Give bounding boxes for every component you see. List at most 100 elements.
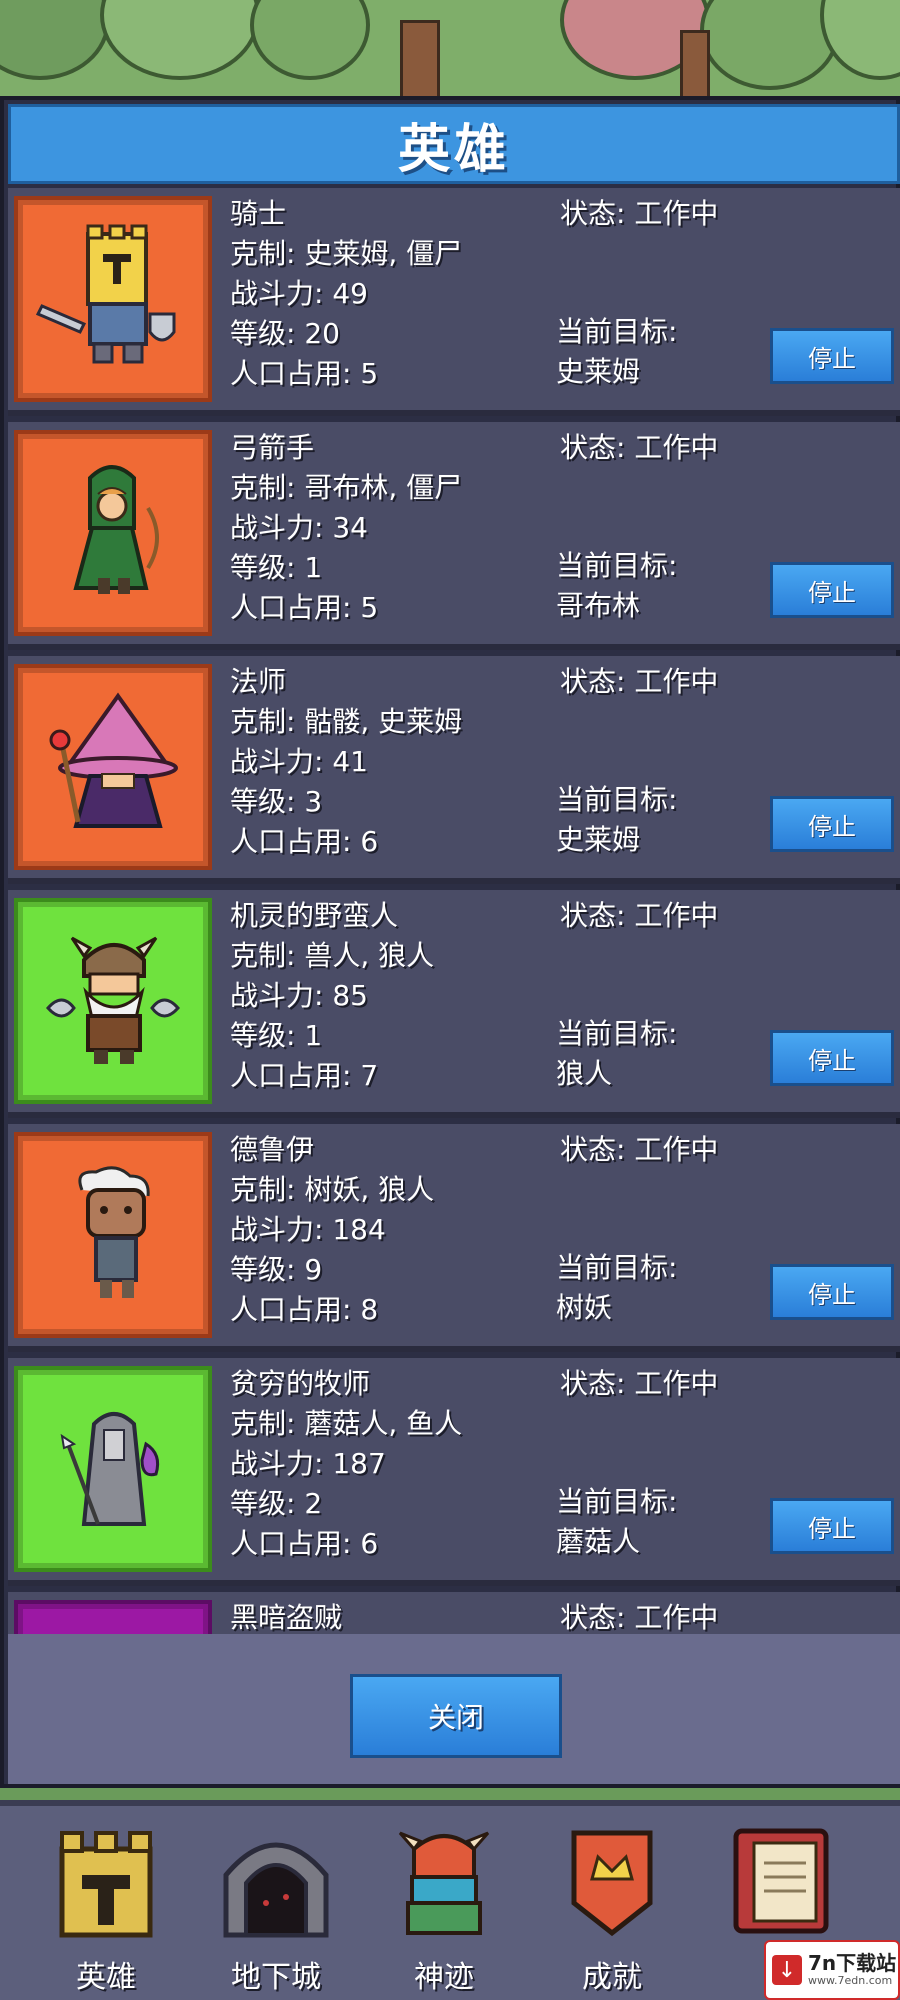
hero-population: 人口占用: 5 (230, 591, 379, 624)
hero-level: 等级: 3 (230, 785, 323, 818)
hero-population: 人口占用: 7 (230, 1059, 379, 1092)
hero-name: 弓箭手 (230, 431, 315, 464)
hero-counter: 克制: 树妖, 狼人 (230, 1173, 435, 1206)
dungeon-gate-icon (216, 1814, 336, 1944)
hero-portrait (14, 196, 212, 402)
hero-status: 状态: 工作中 (560, 197, 719, 230)
hero-row-barbarian: 机灵的野蛮人 克制: 兽人, 狼人 战斗力: 85 等级: 1 人口占用: 7 … (8, 890, 900, 1118)
barbarian-icon (46, 936, 180, 1064)
target-label: 当前目标: (556, 1017, 678, 1050)
watermark-main: 7n下载站 (808, 1951, 897, 1975)
hero-info: 骑士 克制: 史莱姆, 僵尸 战斗力: 49 等级: 20 人口占用: 5 (230, 194, 462, 394)
target-label: 当前目标: (556, 783, 678, 816)
hero-power: 战斗力: 85 (230, 979, 368, 1012)
hero-population: 人口占用: 5 (230, 357, 379, 390)
hero-level: 等级: 1 (230, 551, 323, 584)
forest-background (0, 0, 900, 110)
stop-button[interactable]: 停止 (770, 1030, 894, 1086)
watermark: ↓ 7n下载站 www.7edn.com (764, 1940, 900, 2000)
hero-power: 战斗力: 49 (230, 277, 368, 310)
hero-level: 等级: 2 (230, 1487, 323, 1520)
hero-status: 状态: 工作中 (560, 1601, 719, 1634)
heroes-modal: 英雄 骑士 克制: 史莱姆, 僵尸 战斗力: 49 等级: 20 人口占用: 5… (0, 96, 900, 1788)
hero-power: 战斗力: 41 (230, 745, 368, 778)
target-value: 树妖 (556, 1291, 613, 1324)
hero-counter: 克制: 史莱姆, 僵尸 (230, 237, 463, 270)
nav-item-dungeon[interactable]: 地下城 (196, 1814, 356, 2000)
hero-name: 贫穷的牧师 (230, 1367, 371, 1400)
hero-level: 等级: 9 (230, 1253, 323, 1286)
book-icon (720, 1814, 840, 1944)
hero-population: 人口占用: 6 (230, 1527, 379, 1560)
hero-population: 人口占用: 8 (230, 1293, 379, 1326)
stop-button[interactable]: 停止 (770, 328, 894, 384)
hero-portrait (14, 1366, 212, 1572)
watermark-sub: www.7edn.com (808, 1974, 893, 1987)
nav-label: 神迹 (414, 1960, 474, 1995)
hero-info: 贫穷的牧师 克制: 蘑菇人, 鱼人 战斗力: 187 等级: 2 人口占用: 6 (230, 1364, 462, 1564)
target-label: 当前目标: (556, 1485, 678, 1518)
target-value: 史莱姆 (556, 355, 641, 388)
hero-row-archer: 弓箭手 克制: 哥布林, 僵尸 战斗力: 34 等级: 1 人口占用: 5 状态… (8, 422, 900, 650)
modal-header: 英雄 (8, 104, 900, 184)
nav-label: 地下城 (231, 1960, 321, 1995)
hero-counter: 克制: 兽人, 狼人 (230, 939, 435, 972)
close-button[interactable]: 关闭 (350, 1674, 562, 1758)
nav-item-miracle[interactable]: 神迹 (364, 1814, 524, 2000)
hero-level: 等级: 1 (230, 1019, 323, 1052)
download-icon: ↓ (772, 1955, 802, 1985)
hero-population: 人口占用: 6 (230, 825, 379, 858)
mage-icon (49, 692, 178, 828)
hero-status: 状态: 工作中 (560, 1367, 719, 1400)
hero-info: 法师 克制: 骷髅, 史莱姆 战斗力: 41 等级: 3 人口占用: 6 (230, 662, 462, 862)
nav-label: 英雄 (76, 1960, 136, 1995)
hero-counter: 克制: 骷髅, 史莱姆 (230, 705, 463, 738)
stop-button[interactable]: 停止 (770, 1498, 894, 1554)
hero-row-dark-thief: 黑暗盗贼 状态: 工作中 (8, 1592, 900, 1634)
stop-button[interactable]: 停止 (770, 1264, 894, 1320)
target-label: 当前目标: (556, 1251, 678, 1284)
hero-portrait (14, 1600, 212, 1634)
hero-status: 状态: 工作中 (560, 899, 719, 932)
knight-icon (35, 224, 176, 364)
target-value: 哥布林 (556, 589, 641, 622)
modal-footer: 关闭 (8, 1634, 900, 1784)
hero-portrait (14, 1132, 212, 1338)
crown-banner-icon (552, 1814, 672, 1944)
target-value: 狼人 (556, 1057, 613, 1090)
hero-counter: 克制: 蘑菇人, 鱼人 (230, 1407, 463, 1440)
hero-status: 状态: 工作中 (560, 431, 719, 464)
hero-name: 机灵的野蛮人 (230, 899, 399, 932)
hero-counter: 克制: 哥布林, 僵尸 (230, 471, 463, 504)
hero-list[interactable]: 骑士 克制: 史莱姆, 僵尸 战斗力: 49 等级: 20 人口占用: 5 状态… (8, 188, 900, 1634)
hero-power: 战斗力: 34 (230, 511, 368, 544)
hero-row-druid: 德鲁伊 克制: 树妖, 狼人 战斗力: 184 等级: 9 人口占用: 8 状态… (8, 1124, 900, 1352)
target-label: 当前目标: (556, 315, 678, 348)
target-value: 蘑菇人 (556, 1525, 641, 1558)
modal-title: 英雄 (397, 119, 510, 180)
hero-info: 黑暗盗贼 (230, 1598, 342, 1634)
stop-button[interactable]: 停止 (770, 796, 894, 852)
hero-power: 战斗力: 184 (230, 1213, 386, 1246)
hero-name: 黑暗盗贼 (230, 1601, 343, 1634)
hero-row-priest: 贫穷的牧师 克制: 蘑菇人, 鱼人 战斗力: 187 等级: 2 人口占用: 6… (8, 1358, 900, 1586)
castle-icon (46, 1814, 166, 1944)
hero-info: 弓箭手 克制: 哥布林, 僵尸 战斗力: 34 等级: 1 人口占用: 5 (230, 428, 462, 628)
stop-button[interactable]: 停止 (770, 562, 894, 618)
hero-info: 机灵的野蛮人 克制: 兽人, 狼人 战斗力: 85 等级: 1 人口占用: 7 (230, 896, 434, 1096)
target-label: 当前目标: (556, 549, 678, 582)
hero-row-mage: 法师 克制: 骷髅, 史莱姆 战斗力: 41 等级: 3 人口占用: 6 状态:… (8, 656, 900, 884)
nav-label: 成就 (582, 1960, 642, 1995)
hero-name: 法师 (230, 665, 287, 698)
hero-name: 德鲁伊 (230, 1133, 315, 1166)
hero-info: 德鲁伊 克制: 树妖, 狼人 战斗力: 184 等级: 9 人口占用: 8 (230, 1130, 434, 1330)
priest-icon (60, 1412, 160, 1526)
hero-row-knight: 骑士 克制: 史莱姆, 僵尸 战斗力: 49 等级: 20 人口占用: 5 状态… (8, 188, 900, 416)
nav-item-achievements[interactable]: 成就 (532, 1814, 692, 2000)
hero-portrait (14, 664, 212, 870)
target-value: 史莱姆 (556, 823, 641, 856)
hero-portrait (14, 430, 212, 636)
hero-portrait (14, 898, 212, 1104)
nav-item-heroes[interactable]: 英雄 (26, 1814, 186, 2000)
hero-status: 状态: 工作中 (560, 665, 719, 698)
